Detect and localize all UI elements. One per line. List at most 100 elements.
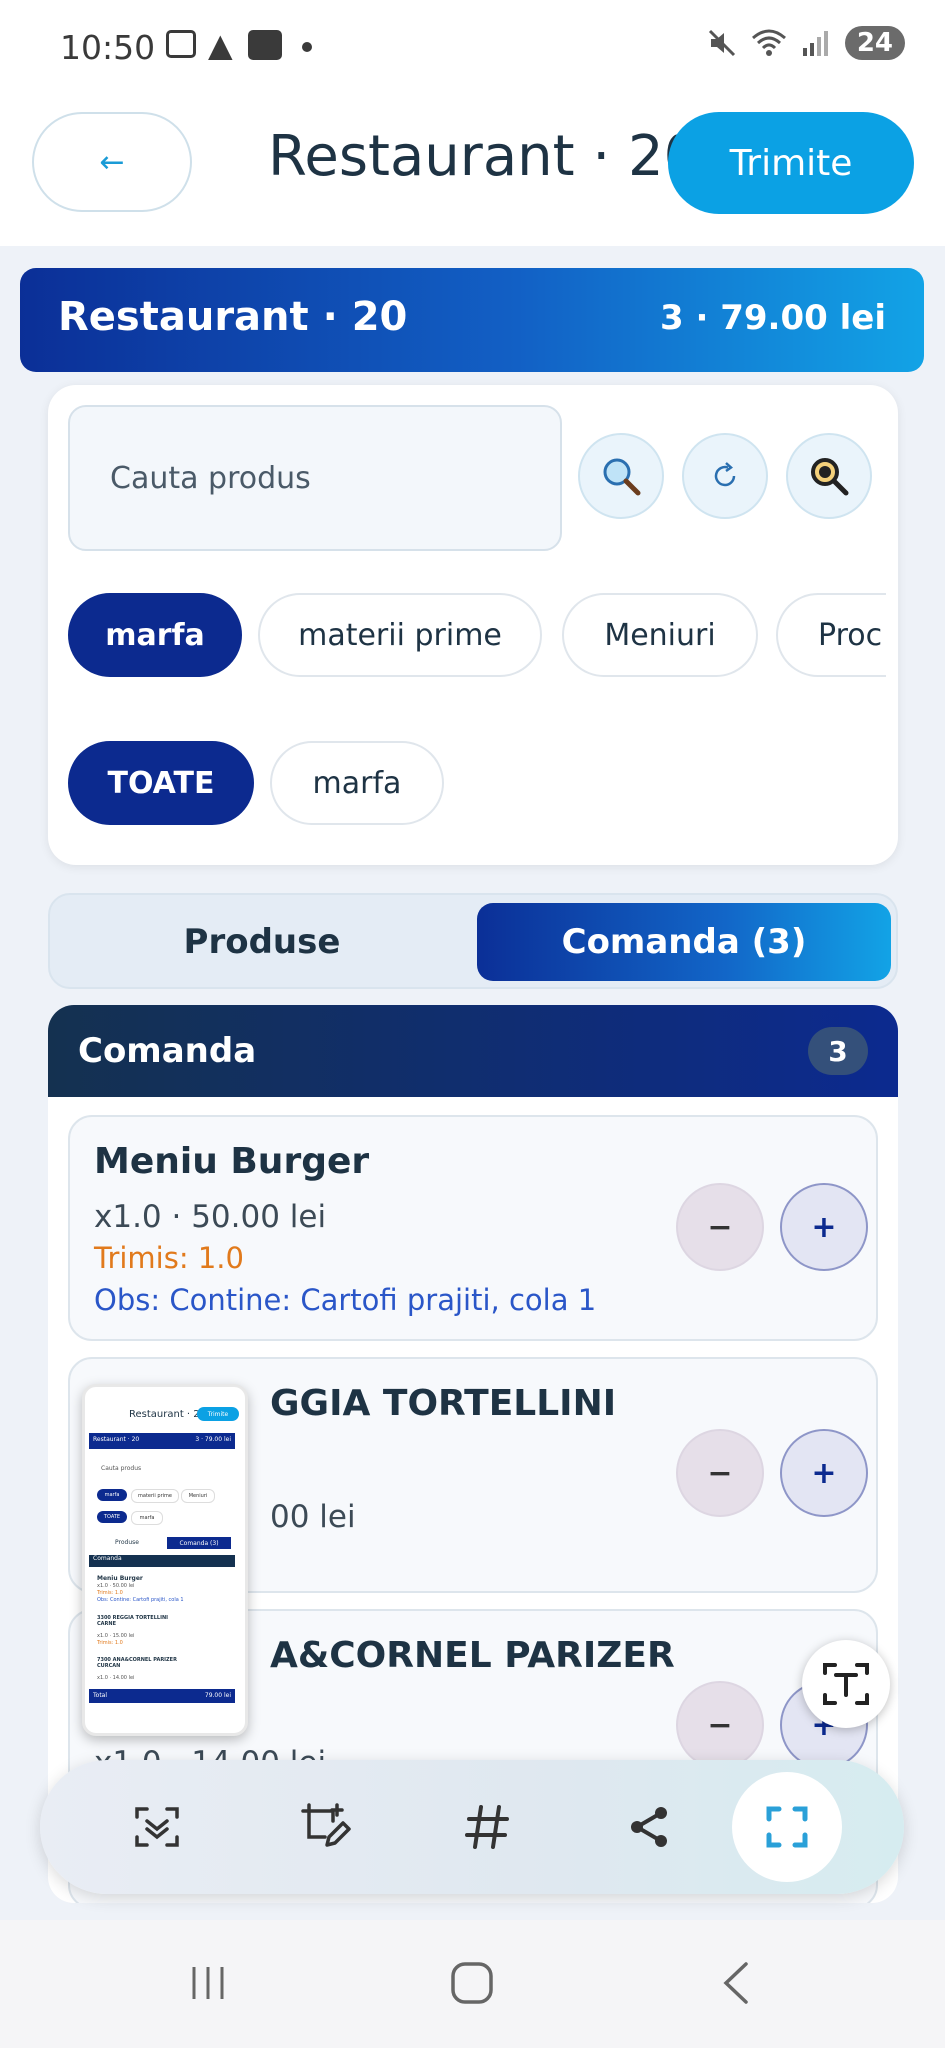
increase-button[interactable]: + xyxy=(780,1429,868,1517)
category-chip-label: Proc xyxy=(818,617,883,653)
item-name: GGIA TORTELLINI xyxy=(270,1383,617,1424)
order-item: Meniu Burger x1.0 · 50.00 lei Trimis: 1.… xyxy=(68,1115,878,1341)
item-name: Meniu Burger xyxy=(94,1141,370,1182)
search-input[interactable]: Cauta produs xyxy=(68,405,562,551)
share-button[interactable] xyxy=(602,1780,696,1874)
decrease-button[interactable]: − xyxy=(676,1183,764,1271)
status-time: 10:50 xyxy=(60,28,156,67)
thumb-item1: Meniu Burger xyxy=(97,1575,143,1582)
send-button[interactable]: Trimite xyxy=(668,112,914,214)
hashtag-button[interactable] xyxy=(440,1780,534,1874)
thumb-subchip: TOATE xyxy=(97,1511,127,1523)
thumb-app-title: Restaurant · 20 xyxy=(129,1409,207,1420)
banner-summary: 3 · 79.00 lei xyxy=(660,298,886,338)
screenshot-toolbar xyxy=(40,1760,904,1894)
tab-order[interactable]: Comanda (3) xyxy=(477,903,891,981)
thumb-total-label: Total xyxy=(93,1692,108,1699)
recents-button[interactable] xyxy=(168,1948,248,2018)
thumb-item3: 7300 ANA&CORNEL PARIZER CURCAN xyxy=(97,1657,177,1669)
thumb-item3-detail: x1.0 · 14.00 lei xyxy=(97,1675,135,1681)
thumb-item1-detail: x1.0 · 50.00 lei xyxy=(97,1583,135,1589)
warning-icon: ▲ xyxy=(208,26,233,64)
thumb-send-button: Trimite xyxy=(197,1407,239,1421)
thumb-item2-detail: x1.0 · 15.00 lei xyxy=(97,1633,135,1639)
thumb-item1-obs: Obs: Contine: Cartofi prajiti, cola 1 xyxy=(97,1597,184,1603)
status-right: 24 xyxy=(707,26,905,60)
search-placeholder: Cauta produs xyxy=(110,461,311,496)
subcategory-chip-marfa[interactable]: marfa xyxy=(270,741,444,825)
back-icon xyxy=(723,1962,748,2004)
search-button[interactable] xyxy=(578,433,664,519)
thumb-chip: Meniuri xyxy=(181,1489,215,1503)
edit-crop-button[interactable] xyxy=(278,1780,372,1874)
screenshot-icon xyxy=(166,30,196,58)
screenshot-frame-icon xyxy=(766,1806,808,1848)
category-chip-meniuri[interactable]: Meniuri xyxy=(562,593,758,677)
item-name: A&CORNEL PARIZER xyxy=(270,1635,675,1676)
scan-text-icon xyxy=(135,1807,179,1847)
decrease-button[interactable]: − xyxy=(676,1429,764,1517)
refresh-button[interactable] xyxy=(682,433,768,519)
category-chip-proc[interactable]: Proc xyxy=(776,593,886,677)
item-qty-price: x1.0 · 50.00 lei xyxy=(94,1199,327,1235)
refresh-icon xyxy=(714,462,736,487)
subcategory-chip-toate[interactable]: TOATE xyxy=(68,741,254,825)
battery-level: 24 xyxy=(844,26,905,60)
tab-products[interactable]: Produse xyxy=(58,903,466,981)
nav-back-button[interactable] xyxy=(696,1948,776,2018)
increase-button[interactable]: + xyxy=(780,1183,868,1271)
system-nav-bar xyxy=(0,1920,945,2048)
mute-icon xyxy=(708,29,735,57)
table-banner: Restaurant · 20 3 · 79.00 lei xyxy=(20,268,924,372)
order-title: Comanda xyxy=(78,1031,257,1071)
thumb-item2: 3300 REGGIA TORTELLINI CARNE xyxy=(97,1615,168,1627)
category-chip-materii-prime[interactable]: materii prime xyxy=(258,593,542,677)
barcode-search-button[interactable] xyxy=(786,433,872,519)
thumb-banner-title: Restaurant · 20 xyxy=(93,1436,140,1443)
item-obs: Obs: Contine: Cartofi prajiti, cola 1 xyxy=(94,1283,597,1317)
back-arrow-icon: ← xyxy=(99,144,125,180)
extract-text-button[interactable] xyxy=(802,1640,890,1728)
banner-title: Restaurant · 20 xyxy=(58,294,408,340)
decrease-button[interactable]: − xyxy=(676,1681,764,1769)
thumb-banner: Restaurant · 20 3 · 79.00 lei xyxy=(89,1433,235,1449)
thumb-item1-sent: Trimis: 1.0 xyxy=(97,1590,123,1596)
page-title: Restaurant · 20 xyxy=(268,124,700,189)
thumb-total: Total 79.00 lei xyxy=(89,1689,235,1703)
thumb-search: Cauta produs xyxy=(101,1465,142,1472)
thumb-tab-products: Produse xyxy=(115,1539,139,1546)
home-button[interactable] xyxy=(432,1948,512,2018)
search-icon xyxy=(603,458,641,496)
screenshot-frame-button[interactable] xyxy=(732,1772,842,1882)
text-extract-icon xyxy=(823,1663,869,1705)
thumb-total-value: 79.00 lei xyxy=(204,1692,231,1699)
magnifier-dark-icon xyxy=(811,458,849,496)
screenshot-thumbnail[interactable]: Restaurant · 20 Trimite Restaurant · 20 … xyxy=(82,1384,248,1736)
item-qty-price: 00 lei xyxy=(270,1499,356,1535)
thumb-subchip: marfa xyxy=(131,1511,163,1525)
status-bar: 10:50 ▲ 24 xyxy=(0,0,945,96)
thumb-order-header: Comanda xyxy=(89,1555,235,1567)
thumb-chip: marfa xyxy=(97,1489,127,1501)
home-icon xyxy=(451,1962,493,2004)
filter-card: Cauta produs marfa materii prime Meniuri… xyxy=(48,385,898,865)
thumb-banner-total: 3 · 79.00 lei xyxy=(195,1436,231,1443)
wifi-icon xyxy=(751,29,786,56)
back-button[interactable]: ← xyxy=(32,112,192,212)
signal-icon xyxy=(802,31,828,56)
order-count-badge: 3 xyxy=(808,1027,868,1075)
share-icon xyxy=(631,1807,667,1847)
hashtag-icon xyxy=(465,1805,509,1849)
order-header: Comanda 3 xyxy=(48,1005,898,1097)
item-sent: Trimis: 1.0 xyxy=(94,1241,244,1275)
view-tabs: Produse Comanda (3) xyxy=(48,893,898,989)
category-chip-marfa[interactable]: marfa xyxy=(68,593,242,677)
emag-icon xyxy=(248,30,282,60)
recents-icon xyxy=(192,1967,224,1999)
thumb-chip: materii prime xyxy=(131,1489,179,1503)
thumb-item2-sent: Trimis: 1.0 xyxy=(97,1640,123,1646)
dot-icon xyxy=(302,42,312,52)
edit-crop-icon xyxy=(301,1803,351,1847)
thumb-tab-order: Comanda (3) xyxy=(167,1537,231,1549)
scan-text-button[interactable] xyxy=(110,1780,204,1874)
